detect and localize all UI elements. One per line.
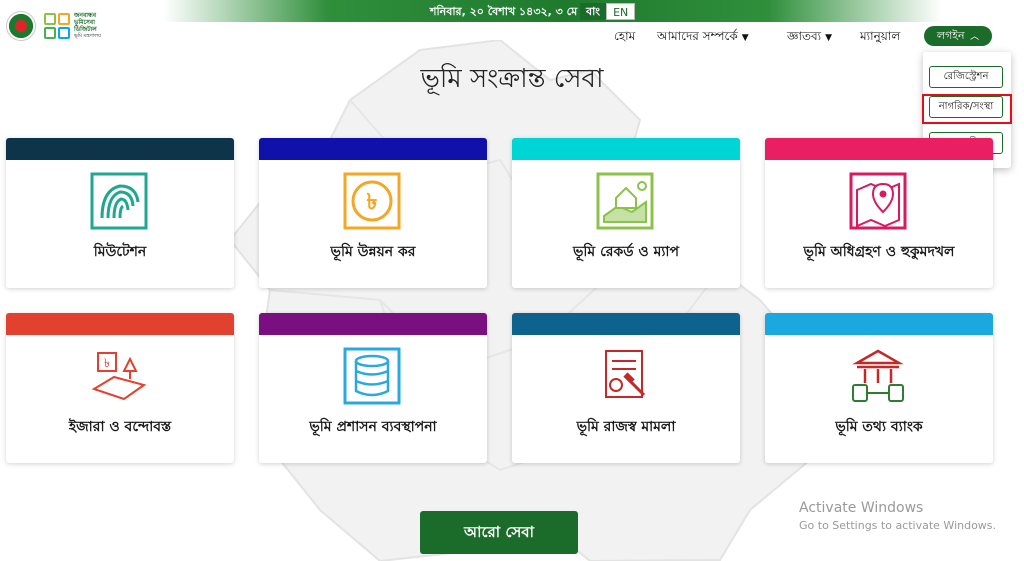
nav-manual[interactable]: ম্যানুয়াল (860, 28, 900, 46)
chevron-down-icon: ▼ (741, 33, 749, 43)
service-card-land-admin[interactable]: ভূমি প্রশাসন ব্যবস্থাপনা (259, 313, 487, 463)
nav-about[interactable]: আমাদের সম্পর্কে ▼ (657, 28, 749, 46)
language-switcher: বাং EN (580, 3, 636, 20)
service-card-land-tax[interactable]: ৳ ভূমি উন্নয়ন কর (259, 138, 487, 288)
card-label: ভূমি রেকর্ড ও ম্যাপ (572, 244, 679, 260)
card-color-bar (765, 138, 993, 160)
page-title: ভূমি সংক্রান্ত সেবা (420, 64, 604, 94)
card-label: ভূমি প্রশাসন ব্যবস্থাপনা (309, 419, 437, 435)
card-color-bar (259, 138, 487, 160)
chevron-down-icon: ▼ (825, 33, 833, 43)
chevron-up-icon: ︿ (970, 32, 980, 42)
login-button[interactable]: লগইন ︿ (924, 26, 992, 46)
card-color-bar (765, 313, 993, 335)
lang-english-button[interactable]: EN (606, 3, 636, 20)
service-card-land-record[interactable]: ভূমি রেকর্ড ও ম্যাপ (512, 138, 740, 288)
card-color-bar (512, 313, 740, 335)
login-label: লগইন (936, 29, 965, 42)
taka-coin-icon: ৳ (343, 172, 401, 230)
service-card-land-info-bank[interactable]: ভূমি তথ্য ব্যাংক (765, 313, 993, 463)
card-label: ভূমি তথ্য ব্যাংক (835, 419, 923, 435)
card-label: মিউটেশন (93, 244, 147, 260)
court-case-icon (605, 350, 646, 398)
bank-icon (852, 349, 904, 402)
card-label: ভূমি উন্নয়ন কর (330, 244, 416, 260)
card-color-bar (6, 138, 234, 160)
card-label: ইজারা ও বন্দোবস্ত (68, 419, 172, 435)
nav-info[interactable]: জ্ঞাতব্য ▼ (787, 28, 832, 46)
land-record-map-icon (596, 172, 654, 230)
more-services-button[interactable]: আরো সেবা (420, 511, 578, 554)
card-color-bar (512, 138, 740, 160)
service-card-land-acquisition[interactable]: ভূমি অধিগ্রহণ ও হুকুমদখল (765, 138, 993, 288)
windows-activation-watermark: Activate Windows Go to Settings to activ… (799, 500, 996, 532)
nav-home[interactable]: হোম (614, 28, 635, 46)
top-date-bar: শনিবার, ২০ বৈশাখ ১৪৩২, ৩ মে ২০২৫ বাং EN (0, 0, 1024, 22)
card-color-bar (259, 313, 487, 335)
svg-text:৳: ৳ (367, 190, 378, 215)
map-pin-icon (849, 172, 907, 230)
land-service-logo-icon (44, 13, 70, 39)
card-label: ভূমি অধিগ্রহণ ও হুকুমদখল (803, 244, 955, 260)
bangladesh-map-background (228, 40, 822, 561)
card-label: ভূমি রাজস্ব মামলা (576, 419, 676, 435)
service-card-lease[interactable]: ৳ ইজারা ও বন্দোবস্ত (6, 313, 234, 463)
fingerprint-icon (90, 172, 148, 230)
lang-bangla-button[interactable]: বাং (580, 3, 607, 20)
site-logo[interactable]: জনবান্ধব ভূমিসেবা ডিজিটাল ভূমি মন্ত্রণাল… (6, 8, 136, 44)
watermark-subtitle: Go to Settings to activate Windows. (799, 519, 997, 532)
service-card-mutation[interactable]: মিউটেশন (6, 138, 234, 288)
logo-text: জনবান্ধব ভূমিসেবা ডিজিটাল ভূমি মন্ত্রণাল… (74, 12, 101, 39)
nav-info-label: জ্ঞাতব্য (787, 29, 822, 43)
lease-land-icon: ৳ (91, 352, 147, 401)
database-icon (343, 347, 401, 405)
government-emblem-icon (6, 11, 36, 41)
card-color-bar (6, 313, 234, 335)
nav-about-label: আমাদের সম্পর্কে (657, 29, 738, 43)
service-card-revenue-case[interactable]: ভূমি রাজস্ব মামলা (512, 313, 740, 463)
svg-text:৳: ৳ (104, 356, 110, 370)
watermark-title: Activate Windows (799, 500, 924, 516)
